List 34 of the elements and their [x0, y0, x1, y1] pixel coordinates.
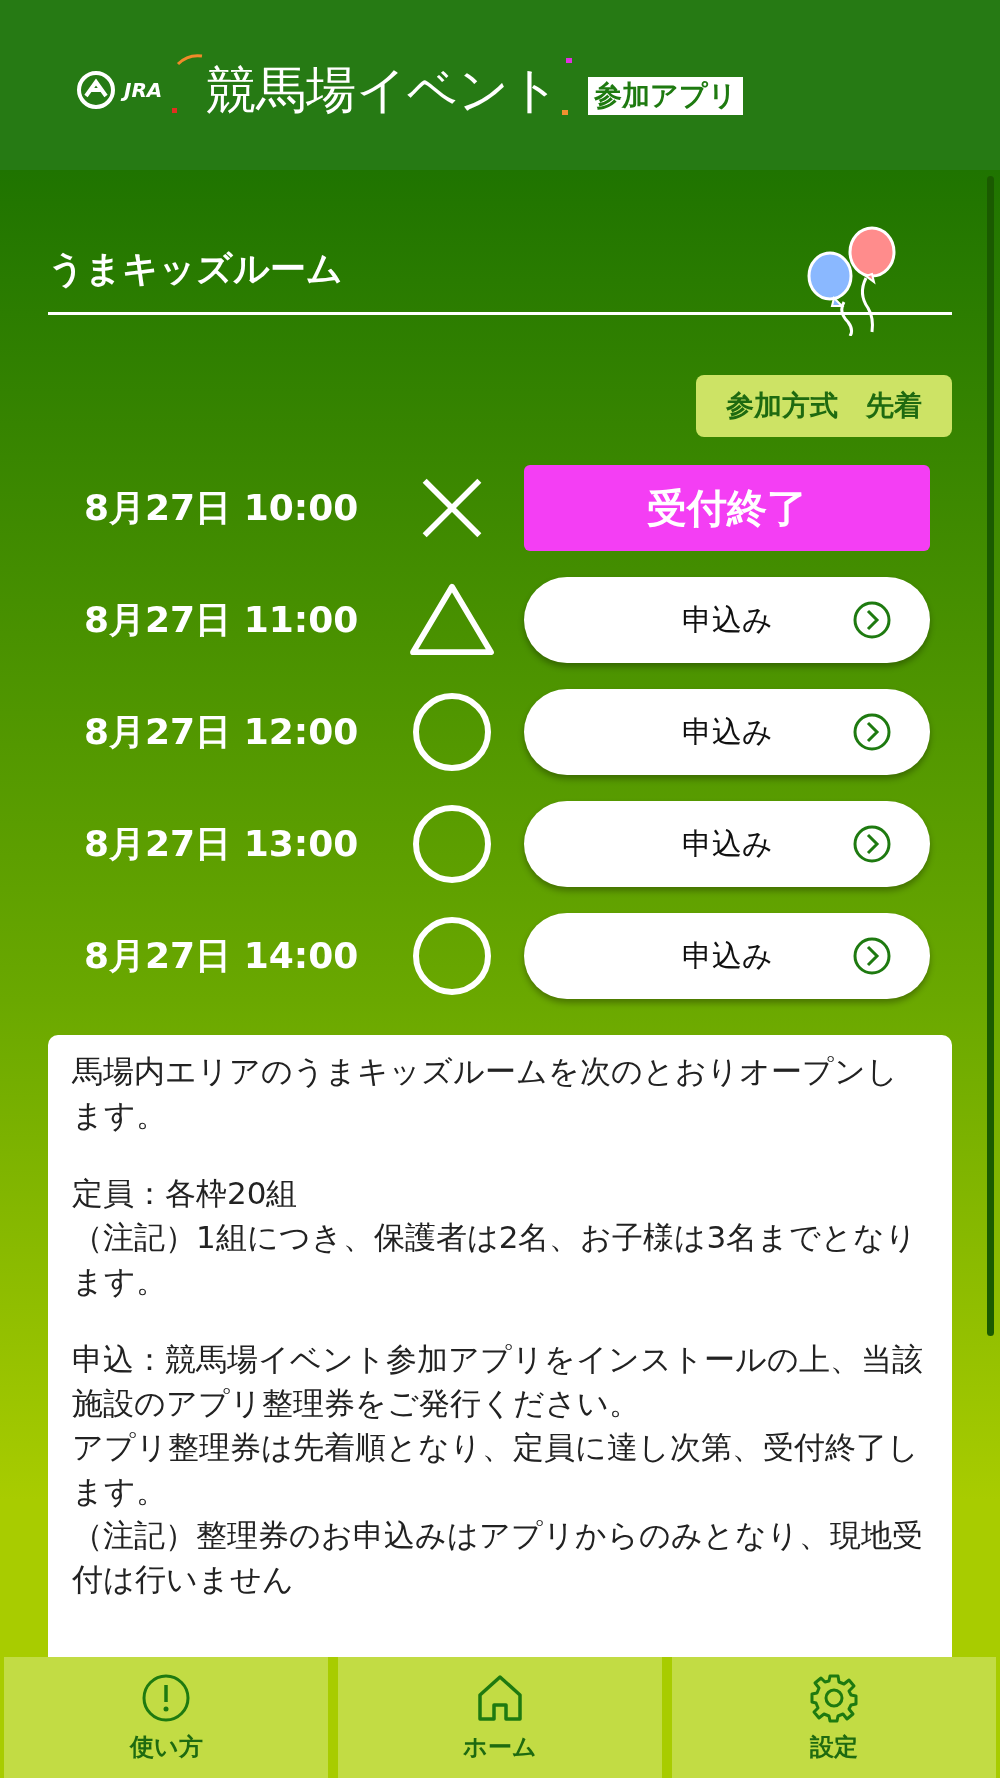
slot-time: 8月27日 14:00: [83, 933, 360, 978]
apply-button[interactable]: 申込み: [524, 577, 930, 663]
exclamation-icon: [141, 1672, 191, 1723]
participation-method-badge: 参加方式 先着: [696, 375, 952, 437]
apply-button[interactable]: 申込み: [524, 913, 930, 999]
nav-tab[interactable]: ホーム: [338, 1657, 662, 1778]
settings-icon: [809, 1672, 859, 1723]
chevron-right-icon: [852, 936, 892, 976]
reception-closed-label: 受付終了: [524, 465, 930, 551]
chevron-right-icon: [852, 600, 892, 640]
event-title: うまキッズルーム: [48, 247, 343, 291]
description-text: 定員：各枠20組: [72, 1174, 299, 1213]
home-icon: [475, 1672, 525, 1723]
app-badge: 参加アプリ: [588, 77, 744, 115]
circle-icon: [411, 804, 492, 884]
circle-icon: [411, 916, 492, 996]
slot-time: 8月27日 10:00: [83, 485, 360, 530]
chevron-right-icon: [852, 712, 892, 752]
slot-time: 8月27日 11:00: [83, 597, 360, 642]
description-text: 馬場内エリアのうまキッズルームを次のとおりオープンします。: [72, 1052, 899, 1135]
slot-time: 8月27日 13:00: [83, 821, 360, 866]
description-text: アプリ整理券は先着順となり、定員に達し次第、受付終了します。: [72, 1428, 920, 1511]
description-text: （注記）整理券のお申込みはアプリからのみとなり、現地受付は行いません: [72, 1516, 924, 1599]
apply-button[interactable]: 申込み: [524, 689, 930, 775]
apply-button[interactable]: 申込み: [524, 801, 930, 887]
description-text: 申込：競馬場イベント参加アプリをインストールの上、当該施設のアプリ整理券をご発行ください。: [72, 1340, 924, 1423]
chevron-right-icon: [852, 824, 892, 864]
description-text: （注記）1組につき、保護者は2名、お子様は3名までとなります。: [72, 1218, 919, 1301]
circle-icon: [411, 692, 492, 772]
slot-time: 8月27日 12:00: [83, 709, 360, 754]
nav-tab[interactable]: 設定: [672, 1657, 996, 1778]
nav-tab[interactable]: 使い方: [4, 1657, 328, 1778]
triangle-icon: [407, 582, 496, 658]
app-title: 競馬場イベント: [206, 59, 561, 121]
